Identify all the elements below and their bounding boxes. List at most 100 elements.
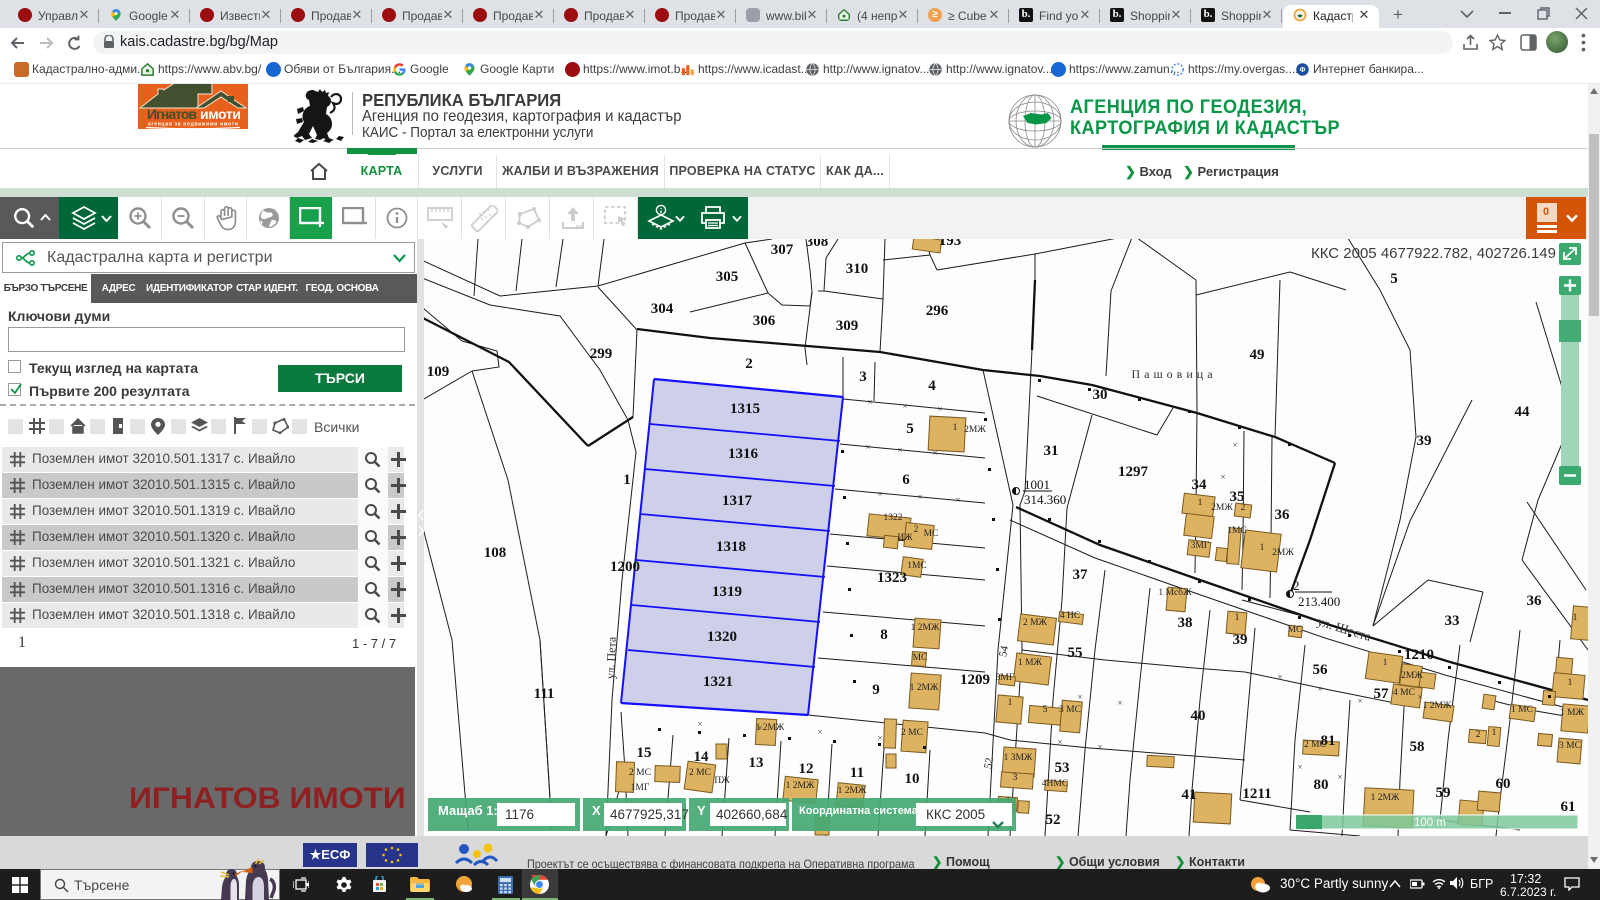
svg-text:агенция за недвижими имоти: агенция за недвижими имоти bbox=[148, 122, 238, 128]
svg-text:1001: 1001 bbox=[1024, 477, 1050, 492]
svg-text:ПЖ: ПЖ bbox=[714, 776, 730, 786]
svg-text:ККС 2005 4677922.782, 402726.1: ККС 2005 4677922.782, 402726.149 bbox=[1311, 245, 1556, 262]
svg-text:1: 1 bbox=[1383, 658, 1388, 668]
svg-text:305: 305 bbox=[716, 269, 739, 285]
svg-text:1323: 1323 bbox=[877, 570, 907, 586]
svg-text:2МЖ: 2МЖ bbox=[1211, 503, 1233, 513]
svg-text:314.360: 314.360 bbox=[1024, 492, 1066, 507]
svg-text:12: 12 bbox=[799, 761, 814, 777]
svg-text:1 2МЖ: 1 2МЖ bbox=[911, 623, 940, 633]
svg-text:1МС: 1МС bbox=[1227, 526, 1247, 536]
svg-text:2МЖ: 2МЖ bbox=[1272, 548, 1294, 558]
svg-text:1321: 1321 bbox=[703, 674, 733, 690]
svg-text:1316: 1316 bbox=[728, 446, 759, 462]
svg-text:1: 1 bbox=[1568, 678, 1573, 688]
svg-text:2 МС: 2 МС bbox=[629, 768, 651, 778]
svg-text:109: 109 bbox=[427, 364, 450, 380]
svg-text:2: 2 bbox=[1476, 730, 1481, 740]
svg-text:×: × bbox=[697, 719, 702, 729]
svg-text:1: 1 bbox=[1492, 728, 1497, 738]
svg-text:111: 111 bbox=[534, 686, 555, 702]
svg-text:2: 2 bbox=[745, 356, 753, 372]
svg-text:×: × bbox=[1417, 692, 1422, 702]
svg-text:1 2МЖ: 1 2МЖ bbox=[838, 786, 867, 796]
svg-text:193: 193 bbox=[939, 239, 962, 249]
svg-text:9: 9 bbox=[872, 682, 880, 698]
svg-text:×: × bbox=[1097, 742, 1102, 752]
svg-text:2 МС: 2 МС bbox=[689, 768, 711, 778]
svg-text:2 МЖ: 2 МЖ bbox=[1023, 618, 1048, 628]
svg-text:×: × bbox=[1297, 762, 1302, 772]
svg-text:×: × bbox=[1277, 672, 1282, 682]
svg-text:56: 56 bbox=[1313, 662, 1329, 678]
svg-text:4: 4 bbox=[928, 378, 936, 394]
svg-text:53: 53 bbox=[1055, 760, 1070, 776]
svg-text:1: 1 bbox=[1198, 498, 1203, 508]
svg-text:×: × bbox=[757, 723, 762, 733]
svg-text:1 МЖ: 1 МЖ bbox=[1560, 708, 1585, 718]
svg-text:1 2МЖ: 1 2МЖ bbox=[786, 781, 815, 791]
svg-text:ул. Пета: ул. Пета bbox=[603, 636, 618, 679]
svg-text:15: 15 bbox=[637, 745, 652, 761]
svg-text:5: 5 bbox=[906, 421, 914, 437]
svg-text:308: 308 bbox=[806, 239, 829, 250]
svg-text:1: 1 bbox=[1260, 543, 1265, 553]
svg-text:10: 10 bbox=[905, 771, 920, 787]
svg-text:×: × bbox=[1337, 772, 1342, 782]
svg-text:4НМС: 4НМС bbox=[1042, 779, 1068, 789]
svg-text:×: × bbox=[1317, 684, 1322, 694]
svg-text:ИЖ: ИЖ bbox=[897, 533, 913, 543]
svg-text:1315: 1315 bbox=[730, 401, 760, 417]
svg-text:Координатна система: Координатна система bbox=[799, 805, 919, 817]
svg-text:1 2МЖ: 1 2МЖ bbox=[1423, 701, 1452, 711]
svg-text:1319: 1319 bbox=[712, 584, 742, 600]
svg-text:40: 40 bbox=[1191, 708, 1206, 724]
svg-text:39: 39 bbox=[1233, 632, 1248, 648]
svg-text:×: × bbox=[877, 733, 882, 743]
svg-text:×: × bbox=[937, 404, 942, 414]
svg-text:1: 1 bbox=[1573, 613, 1578, 623]
svg-text:ККС 2005: ККС 2005 bbox=[926, 807, 985, 822]
svg-text:×: × bbox=[877, 489, 882, 499]
svg-text:×: × bbox=[897, 445, 902, 455]
svg-text:1317: 1317 bbox=[722, 493, 753, 509]
svg-text:309: 309 bbox=[836, 318, 859, 334]
svg-text:1 2МЖ: 1 2МЖ bbox=[910, 683, 939, 693]
svg-text:2 МС: 2 МС bbox=[1304, 740, 1326, 750]
svg-text:33: 33 bbox=[1445, 613, 1460, 629]
svg-text:213.400: 213.400 bbox=[1298, 594, 1340, 609]
svg-text:14: 14 bbox=[694, 749, 710, 765]
svg-text:4 НС: 4 НС bbox=[1060, 611, 1080, 621]
svg-text:1МГ: 1МГ bbox=[631, 783, 650, 793]
svg-text:58: 58 bbox=[1410, 739, 1425, 755]
svg-text:×: × bbox=[865, 442, 870, 452]
svg-text:Y: Y bbox=[697, 803, 706, 818]
svg-text:X: X bbox=[592, 803, 601, 818]
svg-text:2: 2 bbox=[1241, 503, 1246, 513]
svg-text:×: × bbox=[917, 492, 922, 502]
svg-text:1322: 1322 bbox=[884, 513, 903, 523]
svg-text:1200: 1200 bbox=[610, 559, 640, 575]
svg-text:2 МС: 2 МС bbox=[901, 728, 923, 738]
svg-text:3 МС: 3 МС bbox=[1559, 741, 1581, 751]
svg-text:3: 3 bbox=[1013, 773, 1018, 783]
svg-text:2: 2 bbox=[1293, 578, 1300, 593]
svg-text:1176: 1176 bbox=[505, 807, 534, 822]
svg-text:×: × bbox=[932, 448, 937, 458]
svg-text:80: 80 bbox=[1314, 777, 1329, 793]
svg-text:3: 3 bbox=[859, 369, 867, 385]
svg-text:1 МЖ: 1 МЖ bbox=[1018, 658, 1043, 668]
svg-text:6: 6 bbox=[902, 472, 910, 488]
svg-text:1210: 1210 bbox=[1404, 647, 1434, 663]
svg-text:1: 1 bbox=[1235, 613, 1240, 623]
svg-text:1 3МЖ: 1 3МЖ bbox=[1004, 753, 1033, 763]
svg-text:3МГ: 3МГ bbox=[996, 673, 1015, 683]
svg-text:310: 310 bbox=[846, 261, 869, 277]
svg-text:306: 306 bbox=[753, 313, 776, 329]
svg-text:39: 39 bbox=[1417, 433, 1432, 449]
svg-text:×: × bbox=[1220, 472, 1225, 482]
svg-text:296: 296 bbox=[926, 303, 949, 319]
svg-text:52: 52 bbox=[1046, 812, 1061, 828]
svg-text:13: 13 bbox=[749, 755, 764, 771]
svg-text:307: 307 bbox=[771, 242, 794, 258]
